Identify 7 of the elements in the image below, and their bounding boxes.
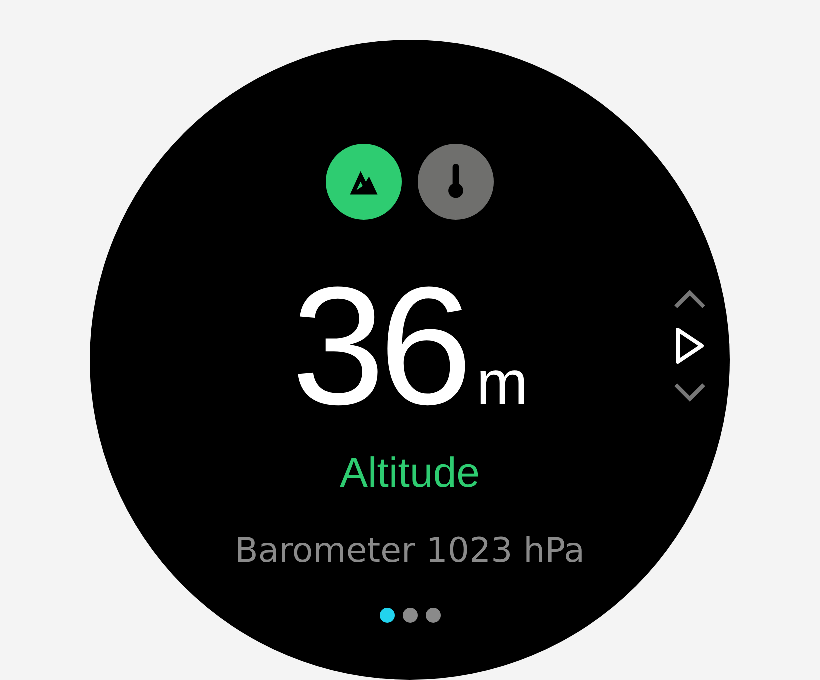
- chevron-up-icon[interactable]: [673, 288, 707, 310]
- chevron-down-icon[interactable]: [673, 382, 707, 404]
- play-icon[interactable]: [674, 326, 706, 366]
- unit-label: m: [476, 353, 528, 415]
- barometer-reading: Barometer 1023 hPa: [235, 534, 585, 568]
- altitude-value: 36: [292, 262, 467, 430]
- metric-label: Altitude: [340, 452, 480, 494]
